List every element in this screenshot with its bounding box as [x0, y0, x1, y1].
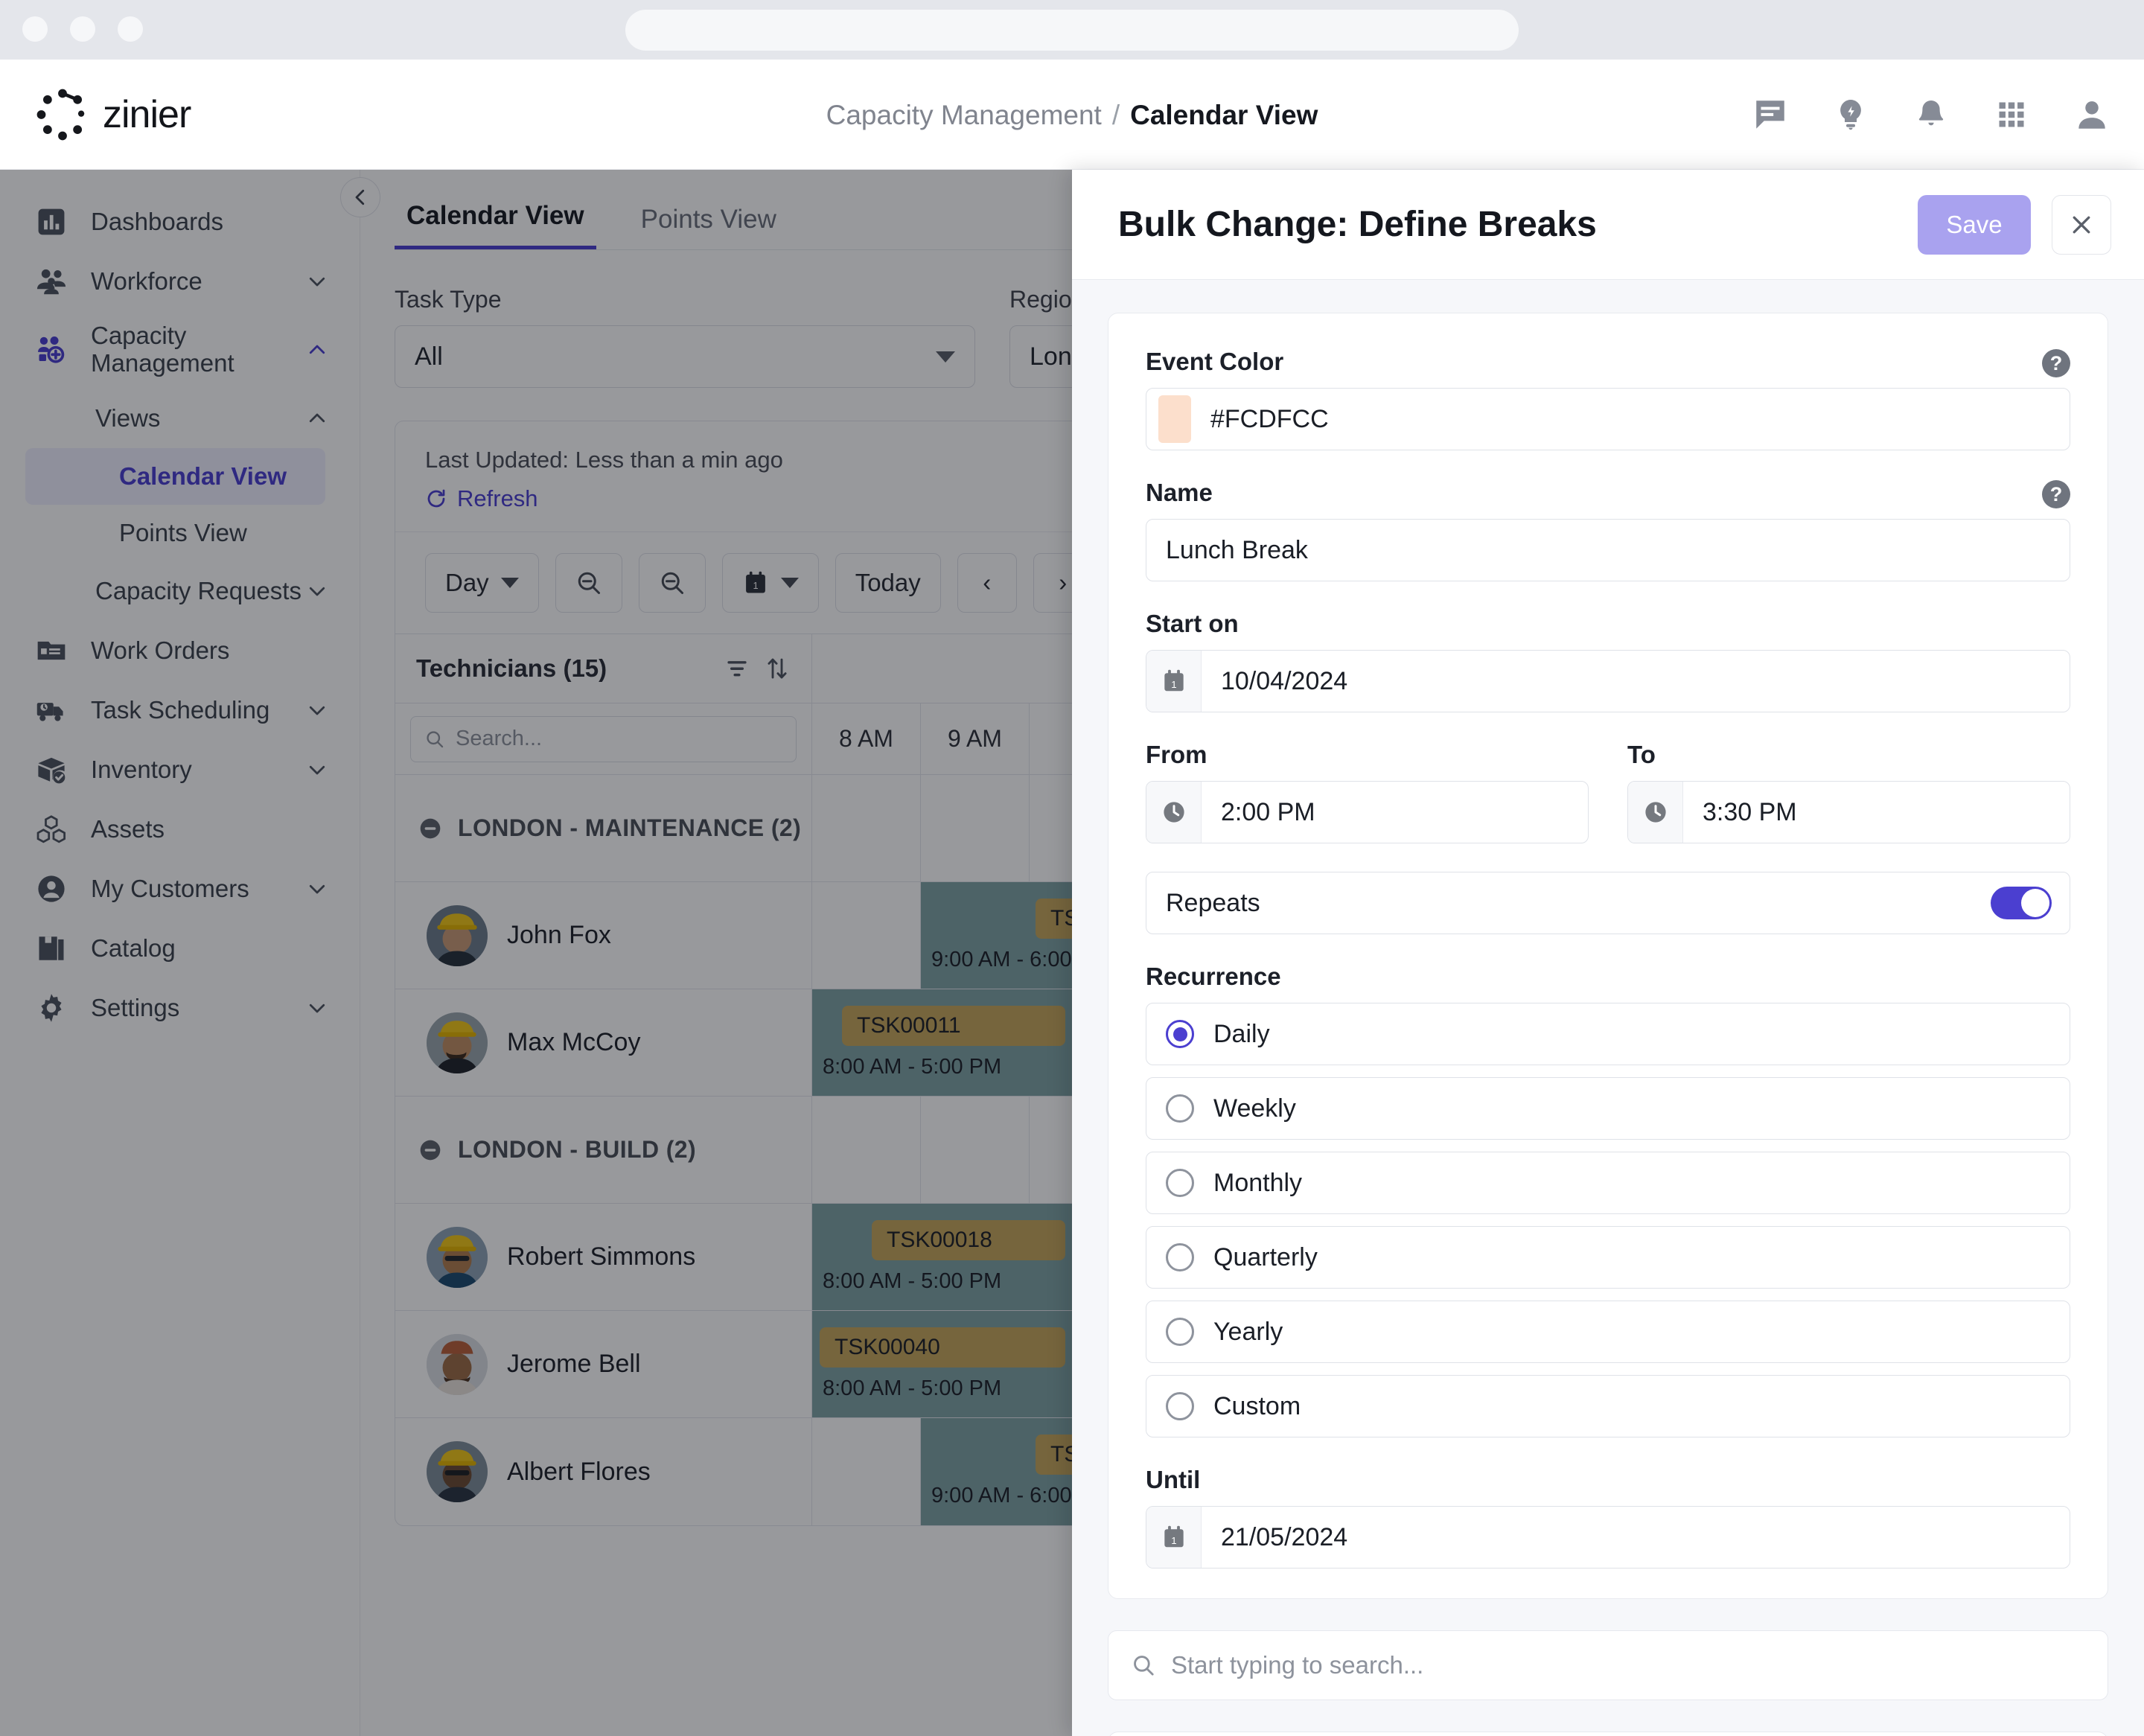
- radio-icon[interactable]: [1166, 1020, 1194, 1048]
- repeats-toggle[interactable]: [1991, 887, 2052, 919]
- event-color-input[interactable]: #FCDFCC: [1146, 388, 2070, 450]
- radio-icon[interactable]: [1166, 1169, 1194, 1197]
- field-label: To: [1627, 741, 1656, 768]
- svg-text:1: 1: [1171, 679, 1176, 690]
- field-label: Recurrence: [1146, 963, 1281, 990]
- recurrence-option-label: Custom: [1213, 1391, 1301, 1420]
- user-avatar-icon[interactable]: [2073, 95, 2111, 134]
- field-label: Start on: [1146, 610, 1239, 637]
- radio-icon[interactable]: [1166, 1094, 1194, 1123]
- close-icon: [2073, 216, 2090, 233]
- recurrence-option-label: Daily: [1213, 1019, 1270, 1048]
- name-input[interactable]: Lunch Break: [1146, 519, 2070, 581]
- until-date-value: 21/05/2024: [1221, 1522, 1348, 1551]
- traffic-light-maximize[interactable]: [118, 16, 143, 42]
- recurrence-option-yearly[interactable]: Yearly: [1146, 1301, 2070, 1363]
- radio-icon[interactable]: [1166, 1392, 1194, 1420]
- field-label: Name: [1146, 479, 1213, 506]
- from-time-value: 2:00 PM: [1221, 797, 1315, 826]
- recurrence-option-label: Weekly: [1213, 1094, 1296, 1123]
- to-time-input[interactable]: 3:30 PM: [1627, 781, 2070, 843]
- apps-grid-icon[interactable]: [1992, 95, 2031, 134]
- recurrence-option-label: Monthly: [1213, 1168, 1303, 1197]
- field-name: Name ? Lunch Break: [1146, 479, 2070, 581]
- modal-dim-overlay[interactable]: [0, 170, 1072, 1736]
- traffic-light-close[interactable]: [22, 16, 48, 42]
- start-on-value: 10/04/2024: [1221, 666, 1348, 695]
- drawer-body: Event Color ? #FCDFCC Name ? Lunch Break…: [1072, 280, 2144, 1736]
- traffic-lights: [22, 16, 143, 42]
- event-color-value: #FCDFCC: [1210, 404, 1329, 433]
- until-date-input[interactable]: 1 21/05/2024: [1146, 1506, 2070, 1569]
- field-recurrence: Recurrence Daily Weekly Monthly Quarterl…: [1146, 963, 2070, 1437]
- field-until: Until 1 21/05/2024: [1146, 1466, 2070, 1569]
- name-value: Lunch Break: [1166, 535, 1308, 564]
- to-time-value: 3:30 PM: [1703, 797, 1797, 826]
- recurrence-option-label: Quarterly: [1213, 1242, 1318, 1271]
- field-label: Event Color: [1146, 348, 1284, 375]
- help-icon[interactable]: ?: [2042, 480, 2070, 508]
- start-on-input[interactable]: 1 10/04/2024: [1146, 650, 2070, 712]
- technician-search-box[interactable]: Start typing to search...: [1108, 1630, 2108, 1700]
- browser-chrome: [0, 0, 2144, 60]
- search-icon: [1134, 1656, 1154, 1676]
- break-definition-card: Event Color ? #FCDFCC Name ? Lunch Break…: [1108, 313, 2108, 1599]
- breadcrumb-parent[interactable]: Capacity Management: [826, 100, 1102, 130]
- radio-icon[interactable]: [1166, 1243, 1194, 1271]
- repeats-toggle-row[interactable]: Repeats: [1146, 872, 2070, 934]
- app-header: zinier Capacity Management / Calendar View: [0, 60, 2144, 170]
- field-label: Until: [1146, 1466, 1201, 1493]
- radio-icon[interactable]: [1166, 1318, 1194, 1346]
- calendar-icon[interactable]: 1: [1146, 1507, 1202, 1568]
- color-swatch[interactable]: [1158, 395, 1191, 443]
- technician-search-placeholder: Start typing to search...: [1171, 1651, 1424, 1679]
- recurrence-option-daily[interactable]: Daily: [1146, 1003, 2070, 1065]
- svg-text:1: 1: [1171, 1535, 1176, 1546]
- recurrence-option-custom[interactable]: Custom: [1146, 1375, 2070, 1437]
- breadcrumb-separator: /: [1111, 100, 1120, 130]
- lightbulb-icon[interactable]: [1831, 95, 1870, 134]
- clock-icon[interactable]: [1628, 782, 1683, 843]
- calendar-icon[interactable]: 1: [1146, 651, 1202, 712]
- traffic-light-minimize[interactable]: [70, 16, 95, 42]
- breadcrumb-current: Calendar View: [1130, 100, 1318, 130]
- field-label: From: [1146, 741, 1207, 768]
- recurrence-option-weekly[interactable]: Weekly: [1146, 1077, 2070, 1140]
- repeats-label: Repeats: [1166, 888, 1260, 917]
- bulk-change-drawer: Bulk Change: Define Breaks Save Event Co…: [1072, 170, 2144, 1736]
- help-icon[interactable]: ?: [2042, 349, 2070, 377]
- header-icon-group: [1751, 95, 2111, 134]
- recurrence-option-quarterly[interactable]: Quarterly: [1146, 1226, 2070, 1289]
- from-time-input[interactable]: 2:00 PM: [1146, 781, 1589, 843]
- field-from: From 2:00 PM: [1146, 741, 1589, 843]
- field-to: To 3:30 PM: [1627, 741, 2070, 843]
- bell-icon[interactable]: [1912, 95, 1950, 134]
- time-range-row: From 2:00 PM To 3:30 PM: [1146, 741, 2070, 872]
- close-button[interactable]: [2052, 194, 2111, 255]
- field-event-color: Event Color ? #FCDFCC: [1146, 348, 2070, 450]
- recurrence-option-monthly[interactable]: Monthly: [1146, 1152, 2070, 1214]
- clock-icon[interactable]: [1146, 782, 1202, 843]
- save-button[interactable]: Save: [1918, 194, 2031, 255]
- recurrence-option-label: Yearly: [1213, 1317, 1283, 1346]
- technicians-section: Technicians: [1108, 1732, 2108, 1736]
- save-label: Save: [1946, 210, 2003, 238]
- drawer-header: Bulk Change: Define Breaks Save: [1072, 170, 2144, 280]
- chat-icon[interactable]: [1751, 95, 1790, 134]
- drawer-title: Bulk Change: Define Breaks: [1118, 205, 1597, 244]
- url-bar[interactable]: [625, 10, 1519, 51]
- field-start-on: Start on 1 10/04/2024: [1146, 610, 2070, 712]
- toggle-knob: [2021, 889, 2049, 917]
